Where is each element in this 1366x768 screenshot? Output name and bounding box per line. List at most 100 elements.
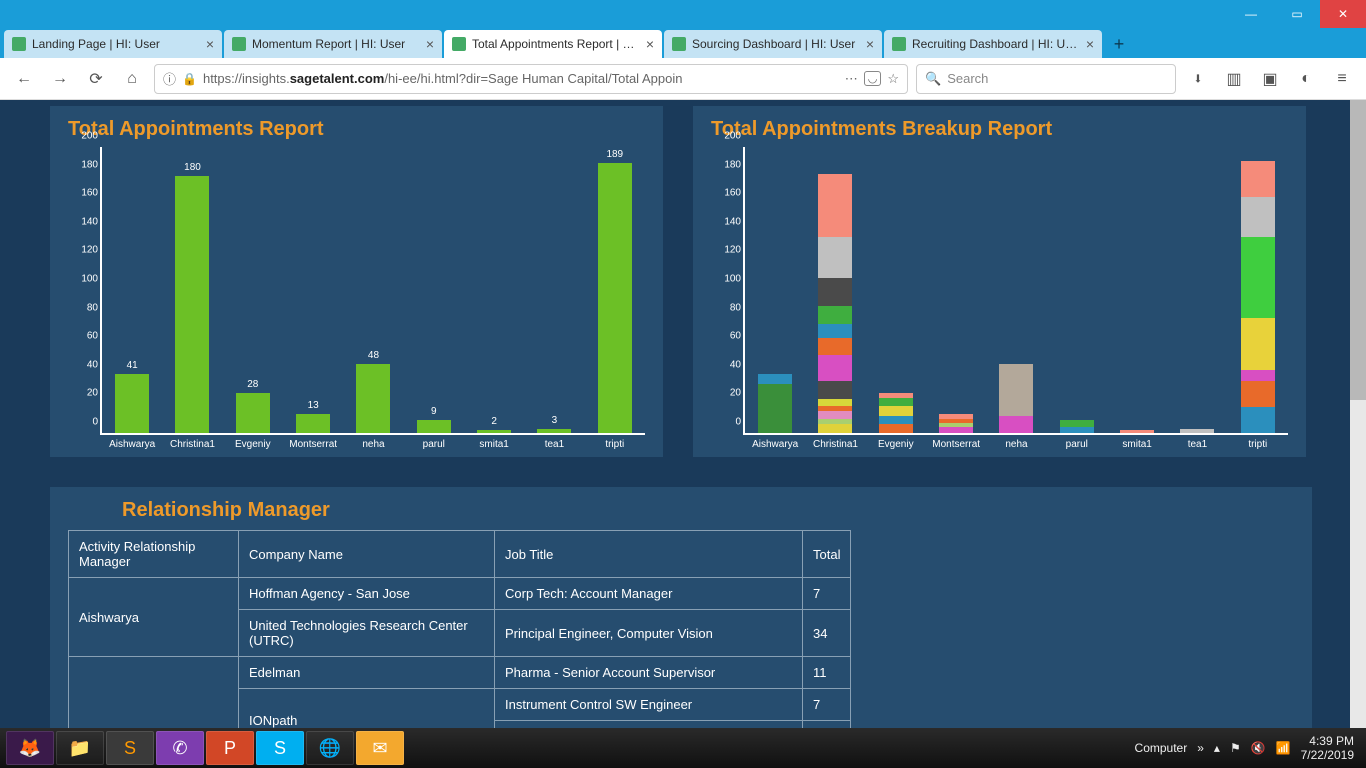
lock-icon: 🔒 [182,72,197,86]
taskbar-viber-icon[interactable]: ✆ [156,731,204,765]
minimize-button[interactable]: — [1228,0,1274,28]
reload-button[interactable]: ⟳ [82,65,110,93]
new-tab-button[interactable]: + [1104,30,1134,58]
taskbar-sublime-icon[interactable]: S [106,731,154,765]
bar-column: Christina1 [805,147,865,433]
stacked-bar[interactable] [999,364,1033,433]
bar-segment [999,416,1033,433]
bar[interactable] [598,163,632,433]
bar[interactable] [417,420,451,433]
tray-clock[interactable]: 4:39 PM 7/22/2019 [1301,734,1360,763]
tab-label: Sourcing Dashboard | HI: User [692,37,860,51]
taskbar-powerpoint-icon[interactable]: P [206,731,254,765]
x-axis-label: Montserrat [926,439,986,450]
tab-close-icon[interactable]: × [206,36,214,52]
bar-segment [1241,197,1275,237]
bar-segment [758,384,792,433]
tray-network-icon[interactable]: 📶 [1276,741,1291,755]
page-content: Total Appointments Report 02040608010012… [0,100,1366,728]
taskbar-skype-icon[interactable]: S [256,731,304,765]
taskbar-firefox-icon[interactable]: 🦊 [6,731,54,765]
address-bar[interactable]: ⓘ 🔒 https://insights.sagetalent.com/hi-e… [154,64,908,94]
tray-chevron-icon[interactable]: » [1197,741,1204,755]
bar-segment [818,324,852,338]
home-button[interactable]: ⌂ [118,65,146,93]
more-icon[interactable]: ⋯ [845,71,858,87]
stacked-bar[interactable] [1180,429,1214,433]
windows-taskbar: 🦊 📁 S ✆ P S 🌐 ✉ Computer » ▴ ⚑ 🔇 📶 4:39 … [0,728,1366,768]
tab-close-icon[interactable]: × [1086,36,1094,52]
tab-close-icon[interactable]: × [866,36,874,52]
bar-segment [818,424,852,433]
stacked-bar[interactable] [939,414,973,433]
browser-tab[interactable]: Sourcing Dashboard | HI: User × [664,30,882,58]
tray-up-icon[interactable]: ▴ [1214,741,1220,755]
x-axis-label: parul [404,439,464,450]
close-button[interactable]: ✕ [1320,0,1366,28]
bar[interactable] [296,414,330,433]
stacked-bar[interactable] [1241,161,1275,433]
y-axis-tick: 160 [713,188,741,199]
library-icon[interactable]: ▥ [1220,65,1248,93]
x-axis-label: tea1 [1167,439,1227,450]
x-axis-label: Evgeniy [223,439,283,450]
tab-favicon [452,37,466,51]
taskbar-outlook-icon[interactable]: ✉ [356,731,404,765]
bar-column: tea1 [1167,147,1227,433]
bar[interactable] [356,364,390,433]
taskbar-explorer-icon[interactable]: 📁 [56,731,104,765]
bar[interactable] [175,176,209,433]
stacked-bar[interactable] [818,174,852,433]
reader-icon[interactable]: ◡ [864,71,882,86]
bar[interactable] [236,393,270,433]
tab-close-icon[interactable]: × [426,36,434,52]
bar[interactable] [115,374,149,433]
downloads-icon[interactable]: ⬇ [1184,65,1212,93]
bar-segment [818,381,852,398]
x-axis-label: Evgeniy [866,439,926,450]
url-text: https://insights.sagetalent.com/hi-ee/hi… [203,71,839,86]
table-header: Activity Relationship Manager [69,531,239,578]
menu-button[interactable]: ≡ [1328,65,1356,93]
stacked-bar[interactable] [1060,420,1094,433]
tray-volume-icon[interactable]: 🔇 [1251,741,1266,755]
search-bar[interactable]: 🔍 Search [916,64,1176,94]
back-button[interactable]: ← [10,65,38,93]
y-axis-tick: 40 [70,359,98,370]
bar[interactable] [477,430,511,433]
bar-value-label: 189 [606,149,623,160]
browser-tab[interactable]: Total Appointments Report | HI: User× [444,30,662,58]
bar-value-label: 3 [552,415,558,426]
browser-tab[interactable]: Momentum Report | HI: User× [224,30,442,58]
taskbar-chrome-icon[interactable]: 🌐 [306,731,354,765]
stacked-bar[interactable] [879,393,913,433]
y-axis-tick: 0 [713,417,741,428]
bar[interactable] [537,429,571,433]
browser-tab[interactable]: Recruiting Dashboard | HI: User× [884,30,1102,58]
x-axis-label: neha [986,439,1046,450]
cell-total: 19 [803,721,851,729]
table-header: Total [803,531,851,578]
table-header: Job Title [495,531,803,578]
extension-icon[interactable]: ◐ [1292,65,1320,93]
tab-close-icon[interactable]: × [646,36,654,52]
y-axis-tick: 140 [70,216,98,227]
maximize-button[interactable]: ▭ [1274,0,1320,28]
bar-column: tripti [1228,147,1288,433]
cell-job: Principal Engineer, Computer Vision [495,610,803,657]
bar-segment [818,399,852,406]
scrollbar-thumb[interactable] [1350,100,1366,400]
stacked-bar[interactable] [1120,430,1154,433]
forward-button[interactable]: → [46,65,74,93]
stacked-bar[interactable] [758,374,792,433]
system-tray: Computer » ▴ ⚑ 🔇 📶 4:39 PM 7/22/2019 [1135,734,1360,763]
bar-value-label: 48 [368,350,379,361]
sidebar-icon[interactable]: ▣ [1256,65,1284,93]
scrollbar-track[interactable] [1350,100,1366,728]
browser-tab[interactable]: Landing Page | HI: User× [4,30,222,58]
search-placeholder: Search [947,71,988,86]
y-axis-tick: 180 [713,159,741,170]
tray-flag-icon[interactable]: ⚑ [1230,741,1241,755]
bookmark-icon[interactable]: ☆ [887,71,899,87]
bar-column: neha [986,147,1046,433]
